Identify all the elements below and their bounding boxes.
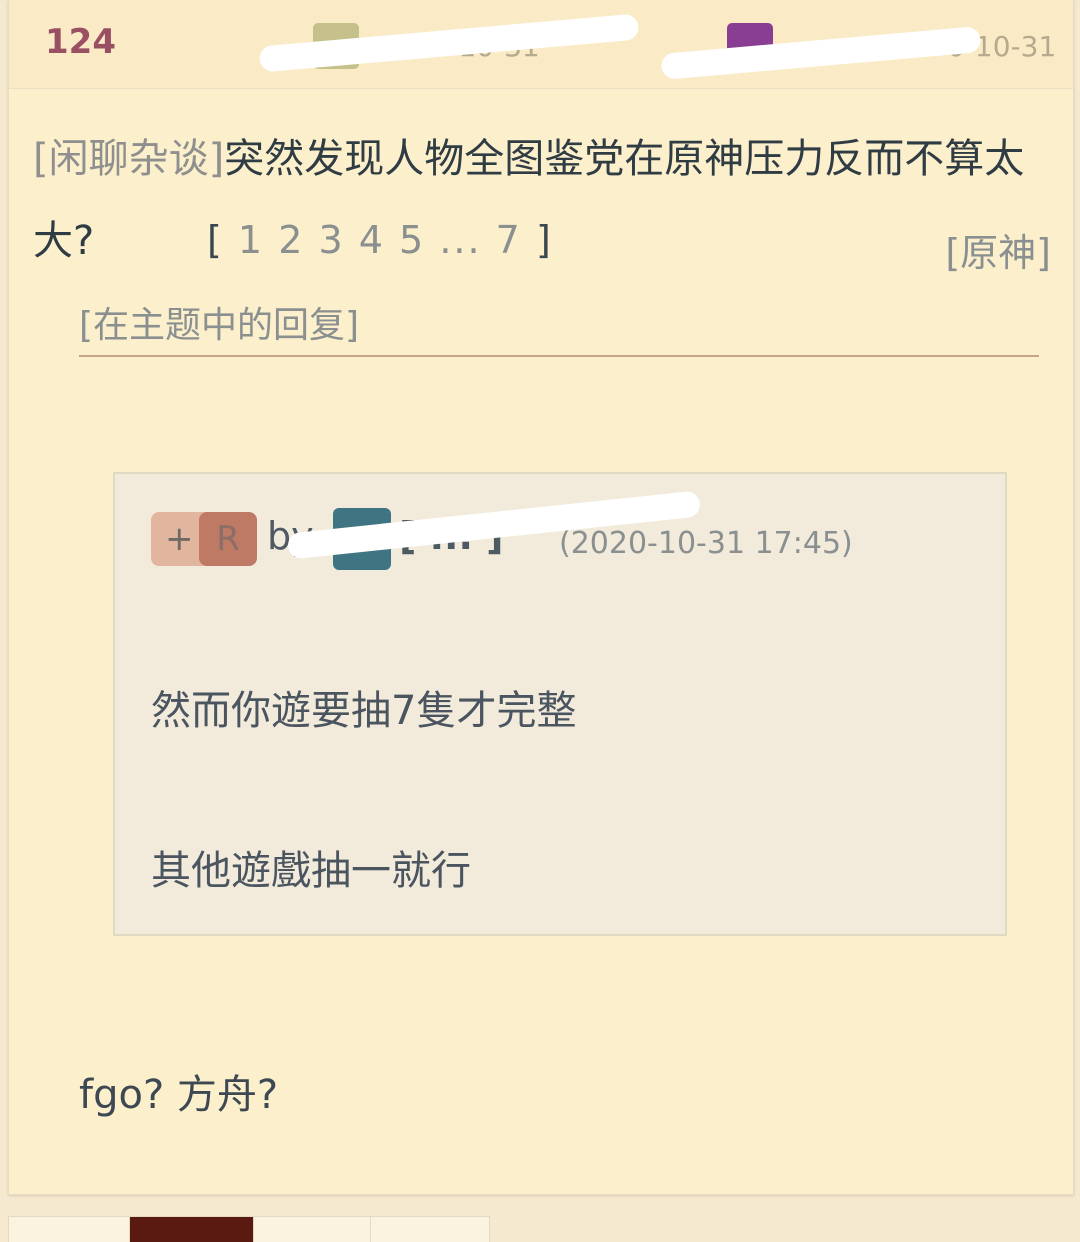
pager-close-bracket: ]	[535, 218, 553, 262]
reply-body: fgo? 方舟?	[79, 1072, 279, 1118]
bottom-toolbar	[8, 1216, 490, 1242]
toolbar-tab[interactable]	[254, 1217, 372, 1242]
page-ellipsis: ...	[439, 218, 482, 262]
reply-button[interactable]: R	[199, 512, 257, 566]
toolbar-tab[interactable]	[371, 1217, 489, 1242]
thread-category: [闲聊杂谈]	[33, 136, 225, 182]
page: 124 2020-10-31 0-10-31 [闲聊杂谈]突然发现人物全图鉴党在…	[0, 0, 1080, 1242]
page-link-2[interactable]: 2	[278, 218, 304, 262]
quote-text-line: 然而你遊要抽7隻才完整	[151, 688, 577, 734]
page-link-5[interactable]: 5	[399, 218, 425, 262]
floor-number[interactable]: 124	[45, 22, 116, 62]
toolbar-tab[interactable]	[9, 1217, 130, 1242]
quote-text-line: 其他遊戲抽一就行	[151, 848, 471, 894]
reply-in-thread-label: [在主题中的回复]	[79, 305, 360, 346]
page-link-4[interactable]: 4	[359, 218, 385, 262]
quote-block: + R by [ ... ] (2020-10-31 17:45) 然而你遊要抽…	[113, 472, 1007, 936]
toolbar-tab-active[interactable]	[129, 1217, 255, 1242]
page-link-3[interactable]: 3	[318, 218, 344, 262]
forum-tag[interactable]: [原神]	[945, 222, 1051, 277]
pager-open-bracket: [	[207, 218, 224, 262]
quote-timestamp: (2020-10-31 17:45)	[559, 526, 853, 561]
page-link-1[interactable]: 1	[238, 218, 264, 262]
post-header: 124 2020-10-31 0-10-31	[9, 0, 1073, 89]
page-links: [ 1 2 3 4 5 ... 7 ]	[207, 218, 553, 262]
divider	[79, 355, 1039, 357]
post-card: 124 2020-10-31 0-10-31 [闲聊杂谈]突然发现人物全图鉴党在…	[8, 0, 1074, 1195]
page-link-7[interactable]: 7	[496, 218, 522, 262]
